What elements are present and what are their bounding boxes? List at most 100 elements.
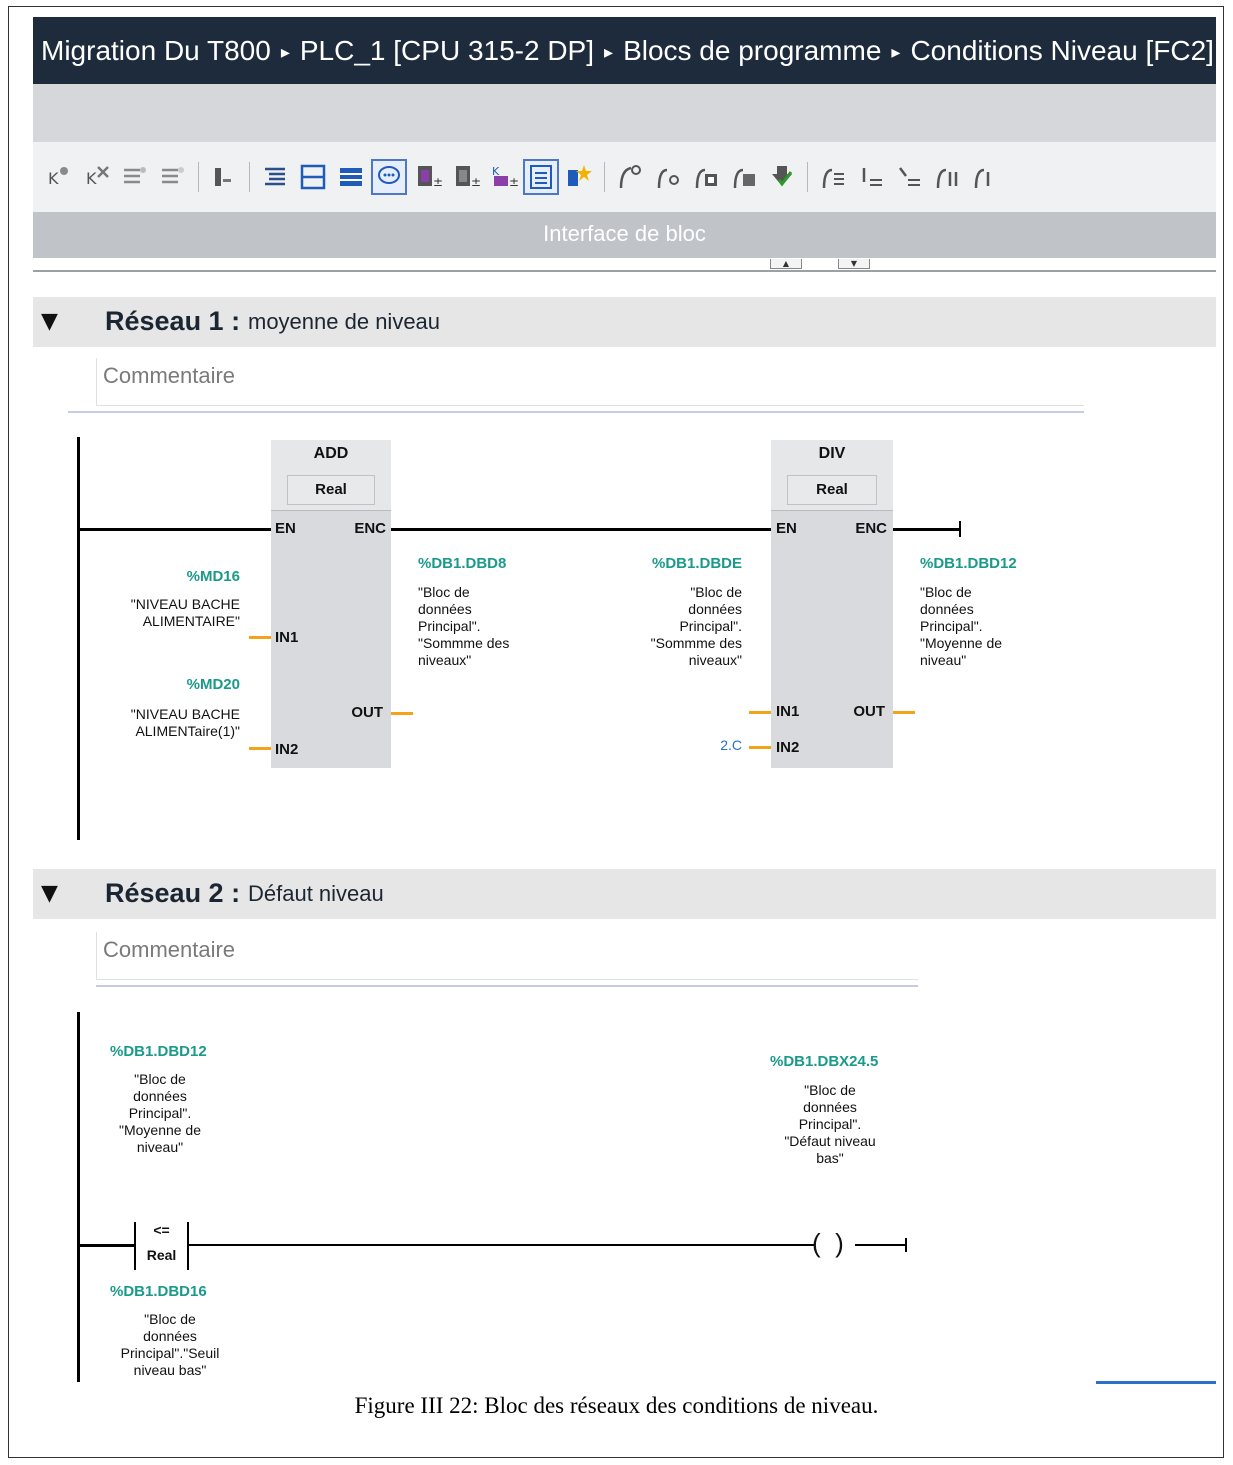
div-in1-connector: [749, 711, 771, 714]
operand-symbol[interactable]: "Bloc de données Principal". "Défaut niv…: [760, 1082, 900, 1167]
network-2-header[interactable]: ▼ Réseau 2 : Défaut niveau: [33, 869, 1216, 919]
breadcrumb-separator: ▸: [280, 42, 290, 63]
operand-address[interactable]: %MD16: [130, 568, 240, 585]
toolbar-separator: [198, 162, 199, 192]
coil-output-wire: [855, 1244, 907, 1246]
add-type-selector[interactable]: Real: [287, 475, 375, 505]
compare-type[interactable]: Real: [136, 1247, 187, 1263]
svg-text:±: ±: [471, 175, 480, 189]
network-divider: [68, 411, 1084, 413]
insert-network-icon[interactable]: K: [43, 161, 75, 193]
wire-terminator: [905, 1238, 907, 1252]
block-interface-bar[interactable]: Interface de bloc: [33, 212, 1216, 258]
close-branch-icon[interactable]: [652, 161, 684, 193]
block-view-icon[interactable]: [335, 161, 367, 193]
figure-caption: Figure III 22: Bloc des réseaux des cond…: [354, 1393, 879, 1418]
comment-icon[interactable]: [371, 159, 407, 195]
watch-table-icon[interactable]: [728, 161, 760, 193]
breadcrumb-item-project[interactable]: Migration Du T800: [41, 17, 271, 84]
network-title[interactable]: moyenne de niveau: [248, 309, 440, 335]
return-icon[interactable]: [969, 161, 1001, 193]
absolute-operands-icon[interactable]: ±: [411, 161, 443, 193]
network-title[interactable]: Défaut niveau: [248, 881, 384, 907]
breadcrumb-item-plc[interactable]: PLC_1 [CPU 315-2 DP]: [300, 17, 594, 84]
operand-address[interactable]: %DB1.DBD12: [920, 555, 1017, 572]
add-instruction-box[interactable]: ADD Real EN ENC IN1 IN2 OUT: [271, 440, 391, 768]
operand-address[interactable]: %MD20: [130, 676, 240, 693]
operand-address[interactable]: %DB1.DBD16: [110, 1283, 207, 1300]
add-in2-pin: IN2: [275, 741, 299, 758]
operand-symbol[interactable]: "Bloc de données Principal". "Moyenne de…: [920, 584, 1002, 669]
add-eno-pin: ENC: [354, 520, 386, 537]
operand-symbol[interactable]: "Bloc de données Principal"."Seuil nivea…: [90, 1311, 250, 1379]
collapse-triangle-icon[interactable]: ▼: [41, 309, 58, 334]
div-out-pin: OUT: [853, 703, 885, 720]
div-in1-pin: IN1: [776, 703, 800, 720]
block-interface-splitter: [33, 258, 1216, 272]
operand-symbol[interactable]: "NIVEAU BACHE ALIMENTAIRE": [90, 596, 240, 630]
operand-symbol[interactable]: "NIVEAU BACHE ALIMENTaire(1)": [90, 706, 240, 740]
operand-address[interactable]: %DB1.DBD8: [418, 555, 506, 572]
add-out-connector: [391, 712, 413, 715]
parallel-branch-icon[interactable]: [817, 161, 849, 193]
add-in1-connector: [249, 636, 271, 639]
constant-value[interactable]: 2.C: [690, 737, 742, 754]
network-list-icon[interactable]: [523, 159, 559, 195]
download-icon[interactable]: [766, 161, 798, 193]
power-rail: [77, 437, 80, 840]
branch-icon[interactable]: [208, 161, 240, 193]
coil-icon[interactable]: ( ): [812, 1228, 844, 1259]
delete-network-icon[interactable]: K: [81, 161, 113, 193]
symbol-address-icon[interactable]: K ±: [487, 161, 519, 193]
breadcrumb-item-block[interactable]: Conditions Niveau [FC2]: [910, 17, 1213, 84]
operand-symbol[interactable]: "Bloc de données Principal". "Moyenne de…: [90, 1071, 230, 1156]
rung-wire: [189, 1244, 815, 1246]
block-editor-toolbar: K K ± ± K ±: [33, 142, 1216, 212]
add-en-pin: EN: [275, 520, 296, 537]
network-2-comment[interactable]: Commentaire: [96, 932, 918, 980]
split-view-icon[interactable]: [297, 161, 329, 193]
breadcrumb-separator: ▸: [604, 42, 614, 63]
svg-text:K: K: [48, 169, 59, 188]
div-instruction-box[interactable]: DIV Real EN ENC IN1 IN2 OUT: [771, 440, 893, 768]
coil-icon[interactable]: [893, 161, 925, 193]
expand-down-icon[interactable]: ▼: [838, 259, 870, 269]
operand-symbol[interactable]: "Bloc de données Principal". "Sommme des…: [600, 584, 742, 669]
div-in2-pin: IN2: [776, 739, 800, 756]
editor-header-area: [33, 84, 1216, 142]
add-out-pin: OUT: [351, 704, 383, 721]
div-op-label: DIV: [818, 445, 846, 462]
div-en-pin: EN: [776, 520, 797, 537]
compare-op: <=: [153, 1222, 170, 1238]
favorites-icon[interactable]: [563, 161, 595, 193]
toolbar-separator: [249, 162, 250, 192]
insert-line-icon[interactable]: [119, 161, 151, 193]
breadcrumb-separator: ▸: [891, 42, 901, 63]
breadcrumb-item-program-blocks[interactable]: Blocs de programme: [623, 17, 881, 84]
align-list-icon[interactable]: [259, 161, 291, 193]
network-1-comment[interactable]: Commentaire: [96, 358, 1084, 406]
add-in2-connector: [249, 747, 271, 750]
toolbar-separator: [807, 162, 808, 192]
operand-symbol[interactable]: "Bloc de données Principal". "Sommme des…: [418, 584, 509, 669]
jump-icon[interactable]: [931, 161, 963, 193]
operand-address[interactable]: %DB1.DBDE: [620, 555, 742, 572]
delete-line-icon[interactable]: [157, 161, 189, 193]
contact-icon[interactable]: [855, 161, 887, 193]
add-in1-pin: IN1: [275, 629, 299, 646]
monitor-icon[interactable]: [690, 161, 722, 193]
svg-text:K: K: [86, 169, 97, 188]
network-1-header[interactable]: ▼ Réseau 1 : moyenne de niveau: [33, 297, 1216, 347]
power-wire: [77, 1244, 134, 1247]
open-branch-icon[interactable]: [614, 161, 646, 193]
wire-terminator: [959, 521, 961, 537]
status-indicator: [1096, 1381, 1216, 1384]
collapse-up-icon[interactable]: ▲: [770, 259, 802, 269]
div-type-selector[interactable]: Real: [787, 475, 877, 505]
operand-address[interactable]: %DB1.DBX24.5: [770, 1053, 878, 1070]
symbol-operands-icon[interactable]: ±: [449, 161, 481, 193]
add-op-label: ADD: [313, 445, 349, 462]
operand-address[interactable]: %DB1.DBD12: [110, 1043, 207, 1060]
network-label: Réseau 1 :: [105, 306, 241, 336]
collapse-triangle-icon[interactable]: ▼: [41, 881, 58, 906]
